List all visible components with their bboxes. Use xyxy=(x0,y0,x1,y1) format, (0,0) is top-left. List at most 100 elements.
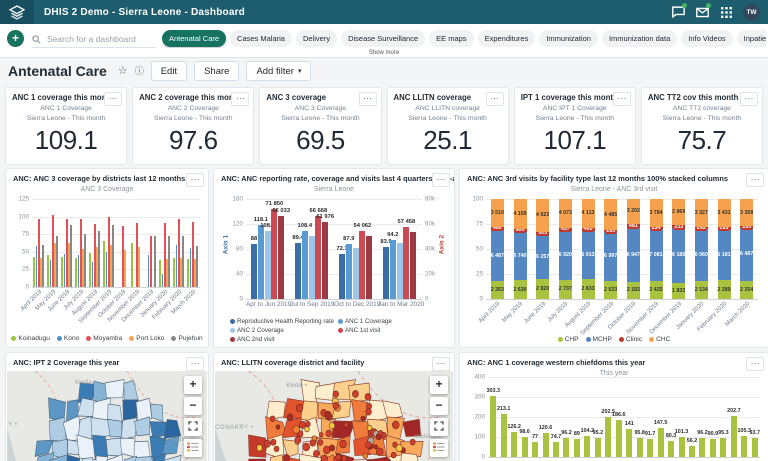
more-options-button[interactable]: ⋯ xyxy=(432,173,450,187)
dashboard-chip[interactable]: Immunization xyxy=(539,30,598,47)
map-controls: +− xyxy=(430,376,448,457)
dhis2-logo-icon[interactable] xyxy=(0,0,34,24)
app-header: DHIS 2 Demo - Sierra Leone - Dashboard xyxy=(0,0,768,24)
new-dashboard-button[interactable]: + xyxy=(7,30,24,47)
legend-item[interactable]: CHC xyxy=(649,336,670,343)
dashboard-chip[interactable]: Disease Surveillance xyxy=(341,30,425,47)
apps-icon[interactable] xyxy=(719,6,733,19)
legend-item[interactable]: ANC 2 Coverage xyxy=(230,327,331,334)
axis-tick-label: 0 xyxy=(239,296,243,303)
more-options-button[interactable]: ⋯ xyxy=(104,92,122,106)
map-geography xyxy=(7,371,207,461)
fullscreen-button[interactable] xyxy=(430,418,448,436)
legend-item[interactable]: Kono xyxy=(57,335,79,342)
segment-value-label: 2 183 xyxy=(627,287,640,293)
dashboard-chip[interactable]: EE maps xyxy=(429,30,473,47)
messages-icon[interactable] xyxy=(671,6,685,19)
dashboard-chip[interactable]: Expenditures xyxy=(478,30,536,47)
more-options-button[interactable]: ⋯ xyxy=(486,92,504,106)
zoom-out-button[interactable]: − xyxy=(184,397,202,415)
legend-item[interactable]: MCHP xyxy=(586,336,612,343)
legend-item[interactable]: ANC 2nd visit xyxy=(230,336,331,343)
info-icon[interactable]: ⓘ xyxy=(135,67,144,76)
legend-item[interactable]: Moyamba xyxy=(86,335,122,342)
segment-value-label: 3 784 xyxy=(649,210,662,216)
zoom-out-button[interactable]: − xyxy=(430,397,448,415)
more-options-button[interactable]: ⋯ xyxy=(231,92,249,106)
legend-label: Reproductive Health Reporting rate xyxy=(237,318,334,325)
dashboard-chip[interactable]: Delivery xyxy=(296,30,337,47)
dhis2-dashboard-screen: DHIS 2 Demo - Sierra Leone - Dashboard xyxy=(0,0,768,461)
axis-tick-label: 80k xyxy=(425,196,435,203)
dashboard-search[interactable] xyxy=(32,31,156,48)
more-options-button[interactable]: ⋯ xyxy=(613,92,631,106)
star-icon[interactable]: ☆ xyxy=(118,66,128,77)
segment-value-label: 2 263 xyxy=(491,287,504,293)
chart-plot-area: 10075502502 2636 4874803 5192 6306 74050… xyxy=(486,199,758,299)
metric-card-subtitle: ANC TT2 coverageSierra Leone - This mont… xyxy=(642,104,762,123)
column-bar xyxy=(258,225,264,299)
dashboard-chip[interactable]: Immunization data xyxy=(602,30,677,47)
more-options-button[interactable]: ⋯ xyxy=(186,173,204,187)
more-options-button[interactable]: ⋯ xyxy=(359,92,377,106)
dashboard-chip[interactable]: Cases Malaria xyxy=(230,30,292,47)
map-canvas[interactable]: Kindia •CONAKRY •FREETOWNssidougou •Mace… xyxy=(215,371,453,461)
zoom-in-button[interactable]: + xyxy=(184,376,202,394)
more-options-button[interactable]: ⋯ xyxy=(432,357,450,371)
axis2-title: Axis 2 xyxy=(439,225,446,265)
legend-label: Port Loko xyxy=(136,335,164,342)
add-filter-button[interactable]: Add filter ▾ xyxy=(246,61,311,81)
dashboard-chip[interactable]: Antenatal Care xyxy=(162,30,226,47)
axis-tick-label: 80 xyxy=(236,246,243,253)
legend-item[interactable]: CHP xyxy=(558,336,579,343)
legend-button[interactable] xyxy=(430,439,448,457)
column-bar xyxy=(699,438,705,457)
show-more-button[interactable]: Show more xyxy=(0,50,768,56)
segment-value-label: 6 920 xyxy=(559,252,572,258)
search-icon xyxy=(32,35,41,44)
chevron-down-icon: ▾ xyxy=(298,67,302,75)
legend-button[interactable] xyxy=(184,439,202,457)
metric-card: ANC 3 coverage⋯ANC 3 CoverageSierra Leon… xyxy=(259,87,381,165)
metric-value: 107.1 xyxy=(515,125,635,156)
legend-item[interactable]: Reproductive Health Reporting rate xyxy=(230,318,331,325)
legend-item[interactable]: Clinic xyxy=(619,336,642,343)
more-options-button[interactable]: ⋯ xyxy=(740,92,758,106)
legend-item[interactable]: ANC 1st visit xyxy=(338,327,439,334)
edit-button[interactable]: Edit xyxy=(151,61,187,81)
dashboards-bar: + Antenatal CareCases MalariaDeliveryDis… xyxy=(0,24,768,58)
axis1-title: Axis 1 xyxy=(223,225,230,265)
legend-item[interactable]: Pujehun xyxy=(171,335,202,342)
map-canvas[interactable]: Kindia •CONAKRY •FREETOWNKoidougou •Mace… xyxy=(7,371,207,461)
fullscreen-button[interactable] xyxy=(184,418,202,436)
column-bar xyxy=(731,416,737,457)
axis-tick-label: 200 xyxy=(474,414,485,421)
segment-value-label: 2 425 xyxy=(649,287,662,293)
user-avatar[interactable]: TW xyxy=(743,4,760,21)
share-button[interactable]: Share xyxy=(194,61,239,81)
more-options-button[interactable]: ⋯ xyxy=(186,357,204,371)
axis-tick-label: 25 xyxy=(22,266,29,273)
axis-tick-label: 300 xyxy=(474,394,485,401)
column-bar xyxy=(720,438,726,457)
more-options-button[interactable]: ⋯ xyxy=(746,357,764,371)
column-bar xyxy=(668,441,674,457)
dashboard-chip[interactable]: Inpatient BMI, Weight and Height xyxy=(737,30,766,47)
column-bar xyxy=(309,236,315,299)
zoom-in-button[interactable]: + xyxy=(430,376,448,394)
legend-item[interactable]: Koinadugu xyxy=(11,335,50,342)
search-input[interactable] xyxy=(45,33,153,45)
column-bar xyxy=(322,222,328,299)
messages-badge xyxy=(682,3,687,8)
more-options-button[interactable]: ⋯ xyxy=(746,173,764,187)
column-bar xyxy=(553,442,559,457)
column-bar xyxy=(168,236,170,287)
legend-dot xyxy=(649,337,654,342)
dashboard-chip[interactable]: Info Videos xyxy=(681,30,732,47)
segment-value-label: 6 185 xyxy=(672,252,685,258)
mail-icon[interactable] xyxy=(695,6,709,19)
legend-item[interactable]: Port Loko xyxy=(129,335,164,342)
column-bar xyxy=(522,437,528,457)
legend-label: ANC 2 Coverage xyxy=(237,327,284,334)
legend-item[interactable]: ANC 1 Coverage xyxy=(338,318,439,325)
